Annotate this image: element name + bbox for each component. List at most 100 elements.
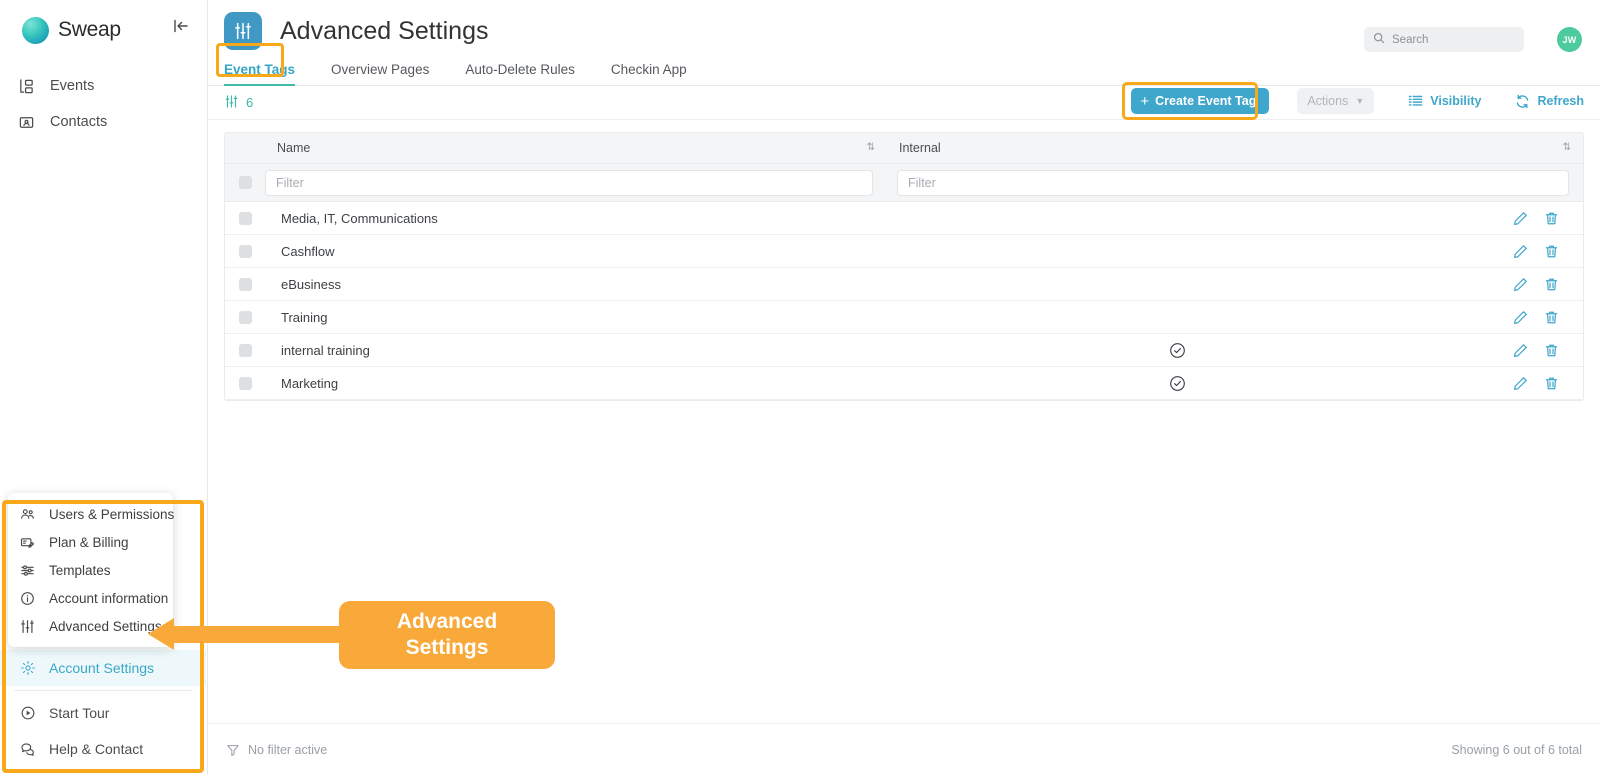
row-actions bbox=[1513, 277, 1583, 292]
tab-bar: Event Tags Overview Pages Auto-Delete Ru… bbox=[208, 43, 1600, 86]
sliders-icon bbox=[224, 12, 262, 50]
create-event-tag-button[interactable]: + Create Event Tag bbox=[1131, 88, 1270, 114]
sort-icon[interactable]: ⇅ bbox=[1563, 143, 1571, 153]
name-filter-input[interactable] bbox=[265, 169, 873, 196]
popup-item-label: Plan & Billing bbox=[49, 534, 129, 550]
search-icon bbox=[1373, 31, 1385, 49]
cell-internal bbox=[887, 375, 1513, 392]
internal-filter-input[interactable] bbox=[897, 169, 1569, 196]
select-all-checkbox[interactable] bbox=[238, 176, 252, 189]
popup-item-templates[interactable]: Templates bbox=[8, 556, 173, 584]
app-root: Sweap Events Contacts Users & Permission… bbox=[0, 0, 1600, 775]
event-tags-table: Name ⇅ Internal ⇅ Filter Filter Media, I… bbox=[224, 132, 1584, 401]
row-checkbox[interactable] bbox=[238, 310, 252, 324]
row-checkbox[interactable] bbox=[238, 244, 252, 258]
row-actions bbox=[1513, 310, 1583, 325]
callout-arrow bbox=[148, 618, 174, 650]
tab-checkin-app[interactable]: Checkin App bbox=[611, 62, 687, 85]
column-header-internal[interactable]: Internal ⇅ bbox=[887, 133, 1583, 163]
edit-icon[interactable] bbox=[1513, 376, 1528, 391]
avatar[interactable]: JW bbox=[1557, 27, 1582, 52]
delete-icon[interactable] bbox=[1544, 277, 1559, 292]
row-actions bbox=[1513, 244, 1583, 259]
table-row[interactable]: Media, IT, Communications bbox=[225, 202, 1583, 235]
tab-auto-delete-rules[interactable]: Auto-Delete Rules bbox=[465, 62, 575, 85]
page-title: Advanced Settings bbox=[280, 16, 489, 45]
cell-name: eBusiness bbox=[281, 276, 341, 292]
row-checkbox[interactable] bbox=[238, 376, 252, 390]
cell-name: Marketing bbox=[281, 375, 339, 391]
row-actions bbox=[1513, 211, 1583, 226]
delete-icon[interactable] bbox=[1544, 310, 1559, 325]
callout-line-2: Settings bbox=[405, 636, 489, 659]
gear-icon bbox=[20, 660, 40, 676]
popup-item-label: Account information bbox=[49, 590, 169, 606]
row-checkbox[interactable] bbox=[238, 343, 252, 357]
visibility-label: Visibility bbox=[1430, 94, 1482, 108]
search-placeholder: Search bbox=[1392, 33, 1429, 46]
cell-name: internal training bbox=[281, 342, 370, 358]
edit-icon[interactable] bbox=[1513, 277, 1528, 292]
edit-icon[interactable] bbox=[1513, 244, 1528, 259]
edit-icon[interactable] bbox=[1513, 343, 1528, 358]
column-header-name[interactable]: Name ⇅ bbox=[265, 133, 887, 163]
sidebar-item-label: Help & Contact bbox=[49, 741, 144, 757]
row-select-cell bbox=[225, 376, 265, 390]
create-event-tag-label: Create Event Tag bbox=[1155, 94, 1257, 108]
row-checkbox[interactable] bbox=[238, 211, 252, 225]
toolbar-actions: + Create Event Tag Actions ▼ Visibility … bbox=[1122, 82, 1584, 120]
sidebar-item-start-tour[interactable]: Start Tour bbox=[0, 695, 206, 731]
no-filter-status: No filter active bbox=[226, 743, 327, 757]
collapse-sidebar-icon[interactable] bbox=[169, 14, 193, 38]
table-row[interactable]: Training bbox=[225, 301, 1583, 334]
billing-icon bbox=[20, 535, 40, 550]
divider bbox=[14, 690, 192, 691]
search-input[interactable]: Search bbox=[1364, 27, 1524, 52]
sweap-logo-icon bbox=[22, 16, 49, 44]
filter-cell-name bbox=[265, 169, 887, 196]
visibility-button[interactable]: Visibility bbox=[1408, 94, 1481, 108]
popup-item-plan-billing[interactable]: Plan & Billing bbox=[8, 528, 173, 556]
popup-item-users-permissions[interactable]: Users & Permissions bbox=[8, 500, 174, 528]
delete-icon[interactable] bbox=[1544, 211, 1559, 226]
table-row[interactable]: Cashflow bbox=[225, 235, 1583, 268]
actions-dropdown[interactable]: Actions ▼ bbox=[1297, 88, 1375, 114]
sliders-icon bbox=[224, 94, 239, 112]
cell-internal bbox=[887, 342, 1513, 359]
sidebar-item-help-contact[interactable]: Help & Contact bbox=[0, 731, 206, 767]
row-select-cell bbox=[225, 343, 265, 357]
play-icon bbox=[20, 705, 40, 721]
toolbar: 6 + Create Event Tag Actions ▼ Visibilit… bbox=[208, 82, 1600, 120]
refresh-button[interactable]: Refresh bbox=[1515, 94, 1584, 109]
table-row[interactable]: Marketing bbox=[225, 367, 1583, 400]
sidebar-bottom-nav: Account Settings Start Tour Help & Conta… bbox=[0, 650, 206, 767]
sort-icon[interactable]: ⇅ bbox=[867, 143, 875, 153]
sidebar-item-events[interactable]: Events bbox=[0, 68, 207, 104]
users-icon bbox=[20, 507, 40, 522]
row-checkbox[interactable] bbox=[238, 277, 252, 291]
events-icon bbox=[18, 76, 40, 96]
cell-name: Media, IT, Communications bbox=[281, 210, 438, 226]
sidebar-nav: Events Contacts bbox=[0, 68, 207, 140]
sidebar-item-contacts[interactable]: Contacts bbox=[0, 104, 207, 140]
popup-item-account-information[interactable]: Account information bbox=[8, 584, 173, 612]
edit-icon[interactable] bbox=[1513, 310, 1528, 325]
info-icon bbox=[20, 591, 40, 606]
table-filter-row bbox=[225, 164, 1583, 202]
table-row[interactable]: internal training bbox=[225, 334, 1583, 367]
table-row[interactable]: eBusiness bbox=[225, 268, 1583, 301]
event-tag-counter: 6 bbox=[224, 94, 253, 112]
delete-icon[interactable] bbox=[1544, 244, 1559, 259]
delete-icon[interactable] bbox=[1544, 343, 1559, 358]
sidebar-item-account-settings[interactable]: Account Settings bbox=[0, 650, 206, 686]
plus-icon: + bbox=[1140, 92, 1150, 110]
tab-overview-pages[interactable]: Overview Pages bbox=[331, 62, 429, 85]
actions-label: Actions bbox=[1307, 94, 1349, 108]
tab-event-tags[interactable]: Event Tags bbox=[224, 62, 296, 86]
cell-name: Training bbox=[281, 309, 328, 325]
cell-name: Cashflow bbox=[281, 243, 335, 259]
edit-icon[interactable] bbox=[1513, 211, 1528, 226]
delete-icon[interactable] bbox=[1544, 376, 1559, 391]
check-circle-icon bbox=[1169, 375, 1186, 392]
sidebar-item-label: Events bbox=[50, 78, 95, 94]
